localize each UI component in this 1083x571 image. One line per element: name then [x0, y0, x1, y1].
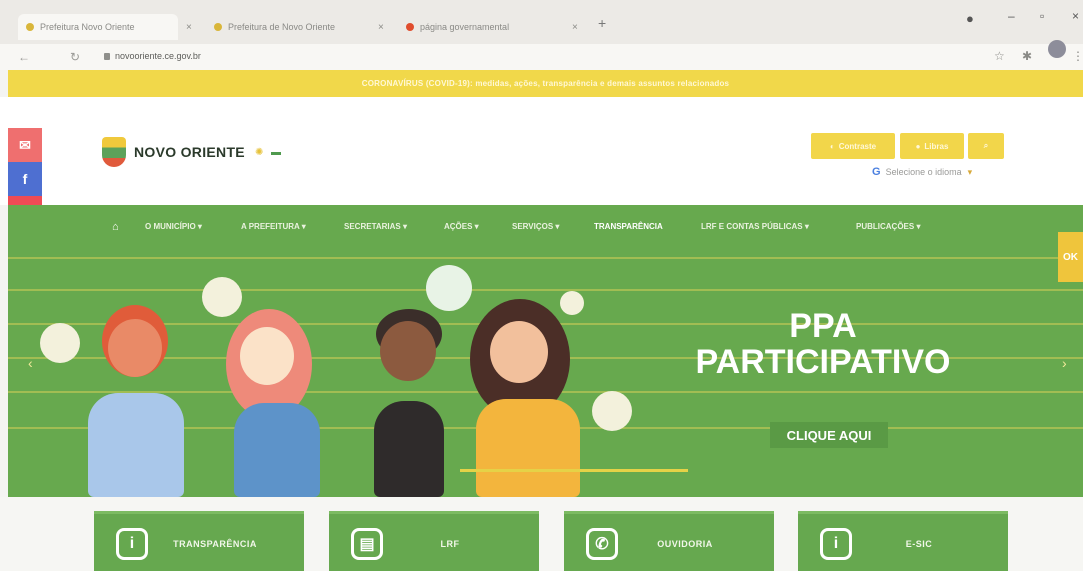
hero-title-line1: PPA	[789, 307, 857, 345]
quick-link-label: LRF	[440, 538, 460, 549]
tab-close-icon[interactable]: ×	[186, 14, 192, 40]
home-icon[interactable]: ⌂	[112, 221, 119, 233]
accessibility-button[interactable]: ● Libras	[900, 133, 964, 159]
browser-window: Prefeitura Novo Oriente × Prefeitura de …	[0, 0, 1083, 571]
email-icon[interactable]: ✉	[8, 128, 42, 162]
menu-item-publicacoes[interactable]: PUBLICAÇÕES ▾	[856, 222, 920, 231]
quick-link-lrf[interactable]: ▤ LRF	[329, 511, 539, 571]
back-arrow-icon[interactable]: ←	[18, 50, 30, 64]
main-menu: ⌂ O MUNICÍPIO ▾ A PREFEITURA ▾ SECRETARI…	[8, 219, 1083, 239]
favicon-icon	[406, 23, 414, 31]
lock-icon	[104, 53, 110, 60]
illustration-person-1	[88, 305, 208, 497]
profile-avatar[interactable]	[1048, 40, 1066, 58]
cta-button[interactable]: CLIQUE AQUI	[770, 422, 888, 448]
tab-title: Prefeitura de Novo Oriente	[228, 22, 336, 32]
info-icon: i	[820, 527, 852, 560]
tab-google[interactable]: página governamental	[406, 14, 566, 40]
illustration-person-2	[218, 309, 328, 497]
url-field[interactable]: novooriente.ce.gov.br	[104, 51, 201, 61]
decor-stripe	[8, 257, 1083, 259]
tab-close-icon[interactable]: ×	[378, 14, 384, 40]
decor-stripe	[8, 289, 1083, 291]
contrast-button[interactable]: ◐ Contraste	[811, 133, 895, 159]
illustration-person-3	[360, 309, 464, 497]
hero-title: PPA PARTICIPATIVO	[658, 307, 988, 381]
tab-title: Prefeitura Novo Oriente	[40, 22, 135, 32]
quick-link-label: OUVIDORIA	[657, 538, 713, 549]
phone-icon: ✆	[586, 527, 618, 560]
menu-item-municipio[interactable]: O MUNICÍPIO ▾	[145, 222, 202, 231]
favicon-icon	[214, 23, 222, 31]
tab-strip: Prefeitura Novo Oriente × Prefeitura de …	[0, 0, 1083, 44]
contrast-label: Contraste	[838, 141, 877, 151]
maximize-icon[interactable]: ▫	[1040, 9, 1044, 23]
accessibility-icon: ●	[915, 141, 921, 151]
tab-prefeitura[interactable]: Prefeitura Novo Oriente	[18, 14, 178, 40]
quick-link-label: TRANSPARÊNCIA	[173, 538, 257, 549]
plus-icon[interactable]: +	[598, 15, 606, 31]
chevron-down-icon: ▾	[967, 166, 973, 177]
reload-icon[interactable]: ↻	[70, 50, 80, 64]
minimize-icon[interactable]: –	[1008, 9, 1015, 23]
chevron-left-icon[interactable]: ‹	[28, 355, 33, 371]
decor-bubble	[40, 323, 80, 363]
quick-link-label: E-SIC	[905, 538, 933, 549]
google-icon: G	[872, 166, 881, 178]
menu-item-lrf[interactable]: LRF E CONTAS PÚBLICAS ▾	[701, 222, 809, 231]
hero-title-line2: PARTICIPATIVO	[695, 342, 951, 381]
menu-item-secretarias[interactable]: SECRETARIAS ▾	[344, 222, 407, 231]
quick-link-ouvidoria[interactable]: ✆ OUVIDORIA	[564, 511, 774, 571]
sun-icon: ✺	[254, 146, 264, 158]
crest-icon	[102, 137, 126, 167]
extensions-icon[interactable]: ✱	[1022, 49, 1032, 63]
decor-bubble	[426, 265, 472, 311]
language-selector[interactable]: G Selecione o idioma ▾	[872, 166, 972, 178]
document-icon: ▤	[351, 527, 383, 560]
hero-banner[interactable]: ⌂ O MUNICÍPIO ▾ A PREFEITURA ▾ SECRETARI…	[8, 205, 1083, 497]
favicon-icon	[26, 23, 34, 31]
info-icon: i	[116, 527, 148, 560]
search-icon: ⌕	[983, 141, 989, 150]
close-icon[interactable]: ×	[1072, 9, 1079, 23]
site-header: NOVO ORIENTE ✺ ◐ Contraste ● Libras ⌕ G …	[0, 97, 1083, 205]
contrast-icon: ◐	[829, 141, 835, 151]
chevron-right-icon[interactable]: ›	[1062, 355, 1067, 371]
menu-item-acoes[interactable]: AÇÕES ▾	[444, 222, 479, 231]
tab-close-icon[interactable]: ×	[572, 14, 578, 40]
url-text: novooriente.ce.gov.br	[115, 51, 201, 61]
quick-links: i TRANSPARÊNCIA ▤ LRF ✆ OUVIDORIA i E-SI…	[0, 497, 1083, 571]
accessibility-label: Libras	[924, 141, 949, 151]
quick-link-transparencia[interactable]: i TRANSPARÊNCIA	[94, 511, 304, 571]
menu-item-transparencia[interactable]: TRANSPARÊNCIA	[594, 222, 663, 231]
record-icon[interactable]: ●	[966, 11, 974, 26]
logo-text: NOVO ORIENTE	[134, 144, 245, 160]
tab-title: página governamental	[420, 22, 510, 32]
menu-dots-icon[interactable]: ⋮	[1072, 49, 1083, 63]
illustration-person-4	[470, 299, 586, 497]
banner-text: CORONAVÍRUS (COVID-19): medidas, ações, …	[361, 79, 730, 88]
menu-item-servicos[interactable]: SERVIÇOS ▾	[512, 222, 559, 231]
language-label: Selecione o idioma	[885, 167, 962, 177]
slider-progress	[460, 469, 688, 472]
decor-bubble	[592, 391, 632, 431]
site-logo[interactable]: NOVO ORIENTE ✺	[102, 137, 282, 167]
address-bar-row: ← ↻ novooriente.ce.gov.br ☆ ✱ ⋮	[0, 44, 1083, 70]
side-tab-button[interactable]: OK	[1058, 232, 1083, 282]
hill-icon	[271, 149, 282, 155]
tab-prefeitura-2[interactable]: Prefeitura de Novo Oriente	[214, 14, 369, 40]
facebook-icon[interactable]: f	[8, 162, 42, 196]
covid-banner[interactable]: CORONAVÍRUS (COVID-19): medidas, ações, …	[8, 70, 1083, 97]
search-button[interactable]: ⌕	[968, 133, 1004, 159]
menu-item-prefeitura[interactable]: A PREFEITURA ▾	[241, 222, 306, 231]
quick-link-esic[interactable]: i E-SIC	[798, 511, 1008, 571]
star-icon[interactable]: ☆	[994, 49, 1005, 63]
